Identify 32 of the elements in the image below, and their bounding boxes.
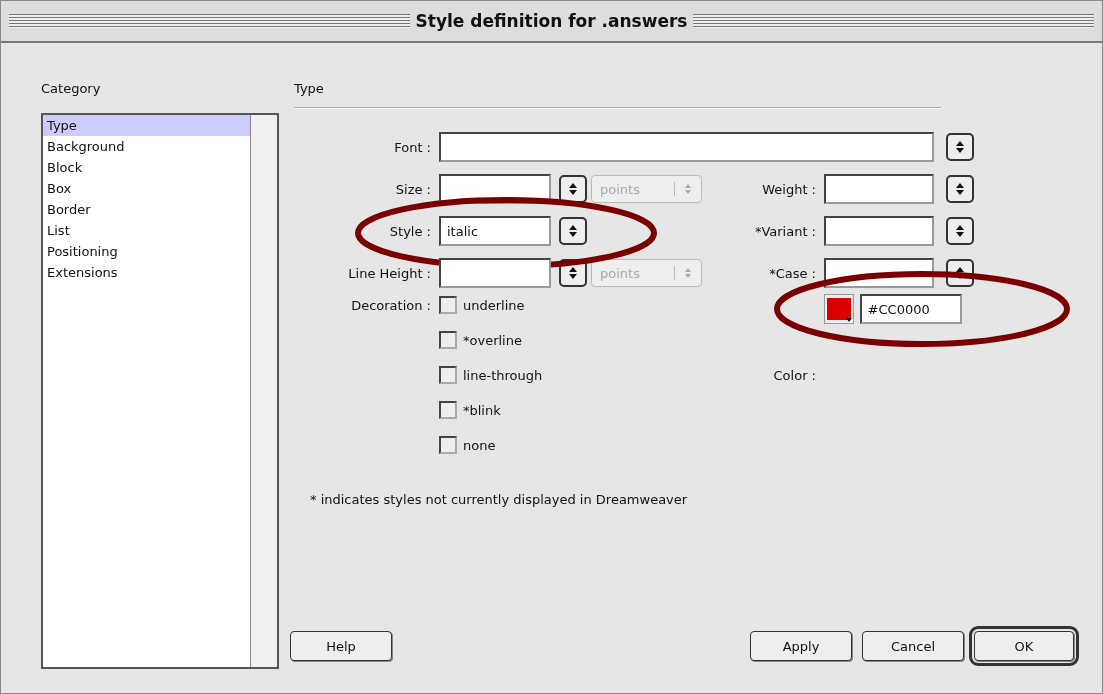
field-label: Style : xyxy=(388,223,432,239)
field-value: italic xyxy=(447,223,479,239)
dialog-button[interactable]: Cancel xyxy=(862,631,964,661)
field-label: *Case : xyxy=(768,265,817,281)
checkbox-label: *overline xyxy=(463,332,522,348)
field-label: Decoration : xyxy=(350,298,432,313)
color-field[interactable]: #CC0000 xyxy=(859,294,962,324)
input-field[interactable]: italic xyxy=(439,216,551,246)
checkbox-label: none xyxy=(463,437,496,453)
field-label: Font : xyxy=(393,139,432,155)
category-item[interactable]: Block xyxy=(43,157,250,178)
dialog-button[interactable]: Apply xyxy=(750,631,852,661)
field-label: Color : xyxy=(772,367,817,383)
field-label: Weight : xyxy=(761,181,817,197)
category-item[interactable]: Box xyxy=(43,178,250,199)
category-label: Category xyxy=(41,81,102,98)
category-item[interactable]: Border xyxy=(43,199,250,220)
category-item[interactable]: Extensions xyxy=(43,262,250,283)
checkbox-label: line-through xyxy=(463,367,543,383)
category-item[interactable]: Positioning xyxy=(43,241,250,262)
field-label: *Variant : xyxy=(753,223,817,239)
category-item[interactable]: List xyxy=(43,220,250,241)
checkbox-label: *blink xyxy=(463,402,501,418)
footnote: * indicates styles not currently displayed in Dreamweaver xyxy=(310,492,689,507)
field-label: Size : xyxy=(394,181,432,197)
checkbox-label: underline xyxy=(463,297,525,313)
category-item[interactable]: Type xyxy=(43,115,250,136)
dialog-button[interactable]: Help xyxy=(290,631,392,661)
panel-title: Type xyxy=(294,81,325,98)
category-item[interactable]: Background xyxy=(43,136,250,157)
field-label: Line Height : xyxy=(347,265,432,281)
window-title: Style definition for .answers xyxy=(415,11,688,31)
